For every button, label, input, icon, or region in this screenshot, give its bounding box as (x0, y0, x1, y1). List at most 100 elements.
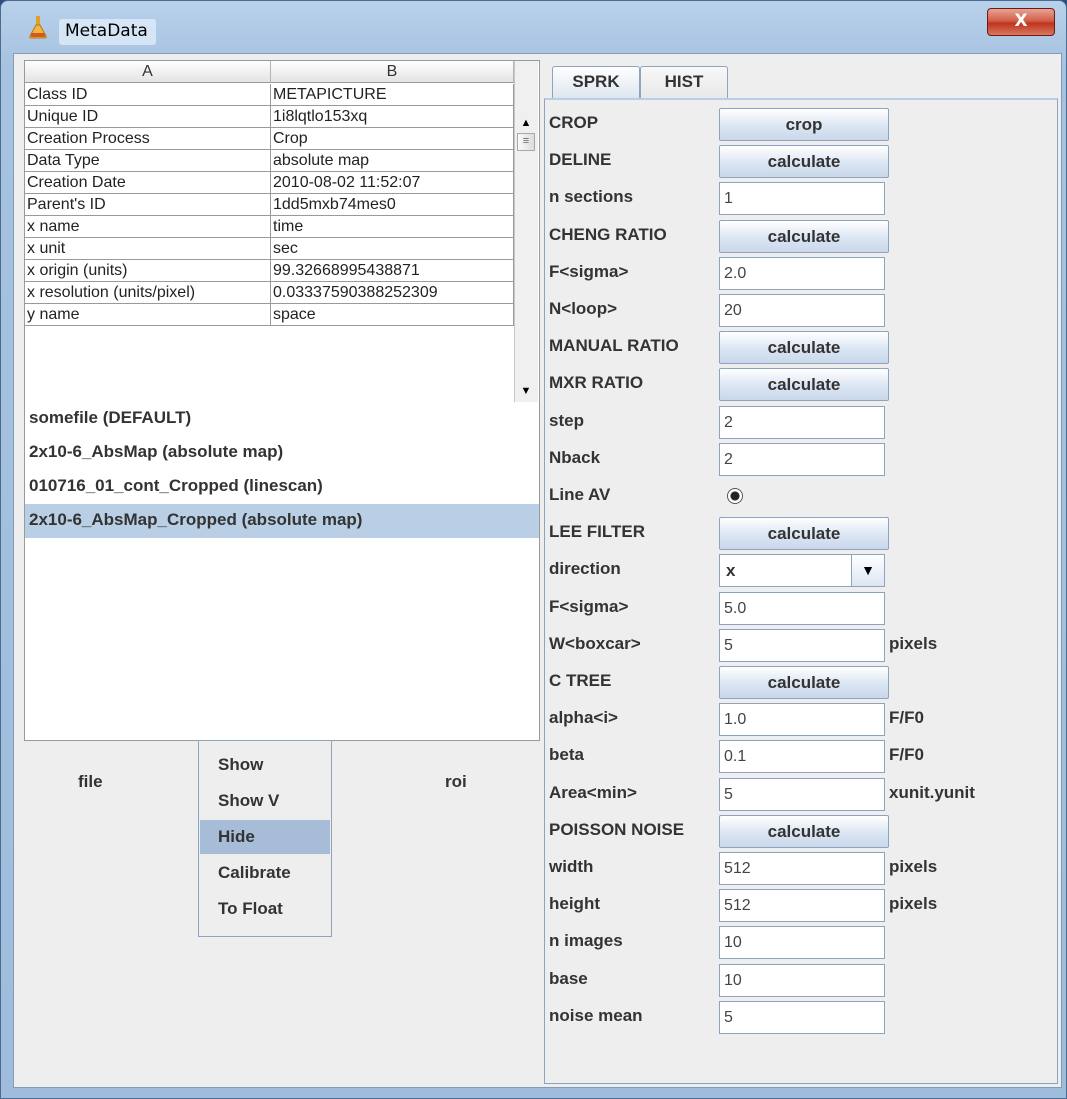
table-row[interactable]: Parent's ID 1dd5mxb74mes0 (25, 194, 514, 216)
param-label-step: step (549, 410, 584, 430)
param-label-direction: direction (549, 559, 621, 579)
table-row[interactable]: x unit sec (25, 238, 514, 260)
column-header-a[interactable]: A (25, 61, 271, 83)
table-cell-key[interactable]: x name (25, 216, 271, 238)
roi-label[interactable]: roi (445, 772, 467, 792)
table-scrollbar[interactable]: ▲ ≡ ▼ (514, 61, 538, 403)
f-sigma-field[interactable]: 5.0 (719, 591, 885, 625)
menu-item-show-v[interactable]: Show V (200, 784, 330, 818)
deline-button[interactable]: calculate (719, 145, 889, 179)
table-cell-key[interactable]: Creation Process (25, 128, 271, 150)
menu-item-calibrate[interactable]: Calibrate (200, 856, 330, 890)
scroll-up-arrow-icon[interactable]: ▲ (517, 115, 535, 131)
table-cell-key[interactable]: Data Type (25, 150, 271, 172)
direction-select[interactable]: x ▼ (719, 554, 885, 588)
line-av-radio[interactable] (727, 488, 743, 504)
menu-item-to-float[interactable]: To Float (200, 892, 330, 926)
list-item-selected[interactable]: 2x10-6_AbsMap_Cropped (absolute map) (25, 504, 539, 538)
table-cell-key[interactable]: Class ID (25, 84, 271, 106)
table-row[interactable]: y name space (25, 304, 514, 326)
param-label-poisson-noise: POISSON NOISE (549, 819, 685, 839)
table-cell-value[interactable]: Crop (271, 128, 514, 150)
menu-item-show[interactable]: Show (200, 748, 330, 782)
table-cell-key[interactable]: x unit (25, 238, 271, 260)
mxr-ratio-button[interactable]: calculate (719, 368, 889, 402)
alpha-i-field[interactable]: 1.0 (719, 703, 885, 737)
scroll-down-arrow-icon[interactable]: ▼ (517, 383, 535, 399)
crop-button[interactable]: crop (719, 108, 889, 141)
list-item[interactable]: 010716_01_cont_Cropped (linescan) (25, 470, 539, 504)
step-field[interactable]: 2 (719, 405, 885, 439)
table-row[interactable]: Unique ID 1i8lqtlo153xq (25, 106, 514, 128)
param-label-n-sections: n sections (549, 187, 634, 207)
tab-sprk[interactable]: SPRK (552, 66, 640, 98)
menu-item-hide[interactable]: Hide (200, 820, 330, 854)
table-row[interactable]: Creation Date 2010-08-02 11:52:07 (25, 172, 514, 194)
table-cell-key[interactable]: x origin (units) (25, 260, 271, 282)
beta-field[interactable]: 0.1 (719, 740, 885, 774)
param-label-deline: DELINE (549, 150, 612, 170)
table-cell-value[interactable]: sec (271, 238, 514, 260)
param-label-beta: beta (549, 745, 584, 765)
tab-hist[interactable]: HIST (640, 66, 728, 98)
param-label-mxr-ratio: MXR RATIO (549, 373, 644, 393)
table-row[interactable]: Creation Process Crop (25, 128, 514, 150)
close-icon: X (1014, 11, 1028, 31)
metadata-table[interactable]: A B Class ID METAPICTURE Unique ID 1i8lqtlo… (24, 60, 540, 404)
param-label-manual-ratio: MANUAL RATIO (549, 336, 679, 356)
dropdown-arrow-icon[interactable]: ▼ (851, 555, 884, 587)
table-cell-value[interactable]: 99.32668995438871 (271, 260, 514, 282)
c-tree-button[interactable]: calculate (719, 666, 889, 699)
list-item[interactable]: 2x10-6_AbsMap (absolute map) (25, 436, 539, 470)
table-cell-value[interactable]: absolute map (271, 150, 514, 172)
column-header-b[interactable]: B (271, 61, 514, 83)
base-field[interactable]: 10 (719, 963, 885, 997)
height-field[interactable]: 512 (719, 889, 885, 923)
table-cell-value[interactable]: space (271, 304, 514, 326)
table-cell-key[interactable]: y name (25, 304, 271, 326)
f-sigma-field[interactable]: 2.0 (719, 256, 885, 290)
table-row[interactable]: x resolution (units/pixel) 0.033375903882… (25, 282, 514, 304)
param-label-nback: Nback (549, 447, 601, 467)
param-unit: pixels (889, 633, 938, 653)
param-label-n-images: n images (549, 931, 623, 951)
table-cell-key[interactable]: Creation Date (25, 172, 271, 194)
window-title: MetaData (59, 19, 156, 45)
title-bar[interactable]: MetaData X (1, 1, 1066, 53)
param-unit: xunit.yunit (889, 782, 975, 802)
poisson-noise-button[interactable]: calculate (719, 814, 889, 848)
table-row[interactable]: Class ID METAPICTURE (25, 84, 514, 106)
table-cell-value[interactable]: time (271, 216, 514, 238)
w-boxcar-field[interactable]: 5 (719, 628, 885, 662)
table-cell-value[interactable]: 1dd5mxb74mes0 (271, 194, 514, 216)
table-cell-value[interactable]: 2010-08-02 11:52:07 (271, 172, 514, 194)
table-cell-value[interactable]: 0.03337590388252309 (271, 282, 514, 304)
table-row[interactable]: x name time (25, 216, 514, 238)
lee-filter-button[interactable]: calculate (719, 517, 889, 551)
cheng-ratio-button[interactable]: calculate (719, 219, 889, 253)
area-min-field[interactable]: 5 (719, 777, 885, 811)
manual-ratio-button[interactable]: calculate (719, 331, 889, 365)
close-button[interactable]: X (987, 8, 1055, 36)
table-cell-value[interactable]: METAPICTURE (271, 84, 514, 106)
table-cell-value[interactable]: 1i8lqtlo153xq (271, 106, 514, 128)
file-label[interactable]: file (78, 772, 103, 792)
param-label-width: width (549, 857, 594, 876)
tab-strip: SPRK HIST (546, 60, 1054, 98)
file-list[interactable]: somefile (DEFAULT) 2x10-6_AbsMap (absolu… (24, 402, 540, 741)
flask-icon (29, 16, 47, 39)
table-cell-key[interactable]: Unique ID (25, 106, 271, 128)
noise-mean-field[interactable]: 5 (719, 1000, 885, 1034)
n-sections-field[interactable]: 1 (719, 182, 885, 216)
table-row[interactable]: Data Type absolute map (25, 150, 514, 172)
param-label-c-tree: C TREE (549, 671, 612, 690)
table-cell-key[interactable]: Parent's ID (25, 194, 271, 216)
table-row[interactable]: x origin (units) 99.32668995438871 (25, 260, 514, 282)
nback-field[interactable]: 2 (719, 442, 885, 476)
table-cell-key[interactable]: x resolution (units/pixel) (25, 282, 271, 304)
list-item[interactable]: somefile (DEFAULT) (25, 402, 539, 436)
n-loop-field[interactable]: 20 (719, 294, 885, 327)
n-images-field[interactable]: 10 (719, 926, 885, 960)
scroll-thumb[interactable]: ≡ (517, 133, 535, 151)
width-field[interactable]: 512 (719, 852, 885, 885)
